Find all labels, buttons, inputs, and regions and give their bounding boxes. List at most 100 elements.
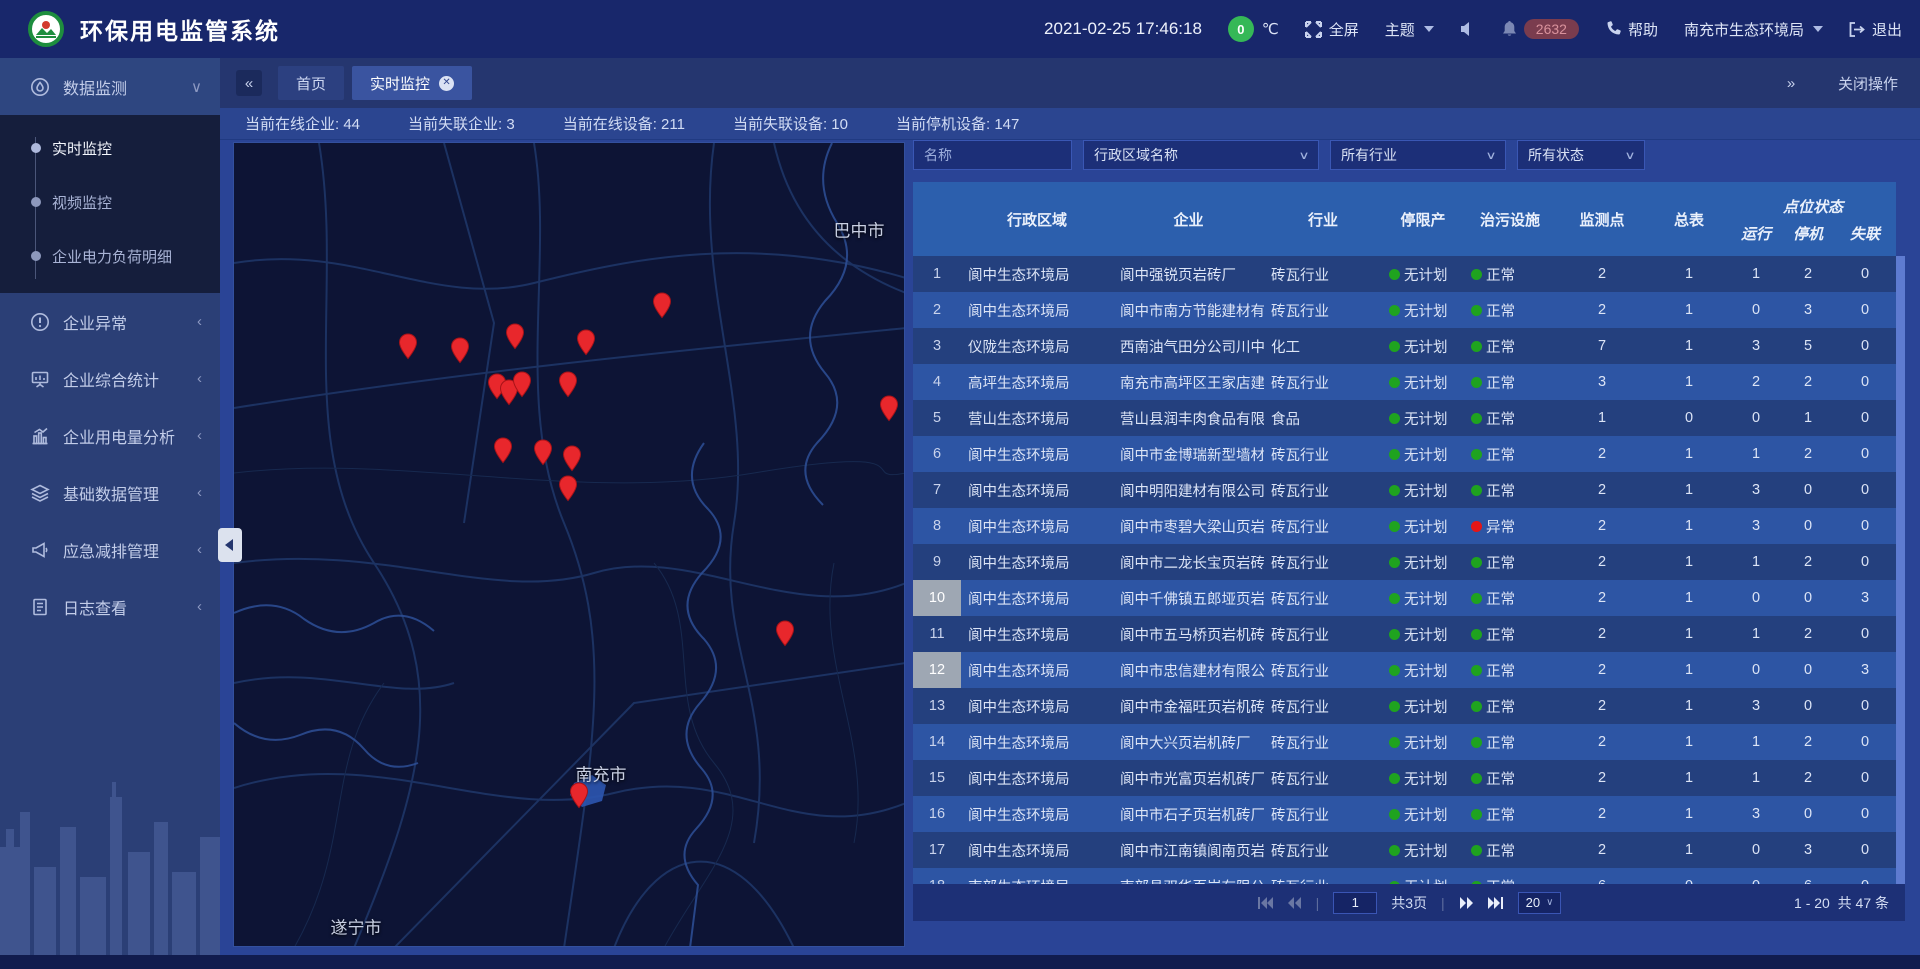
stat-item: 当前在线设备: 211 [563,113,685,134]
table-row[interactable]: 9阆中生态环境局阆中市二龙长宝页岩砖砖瓦行业无计划正常21120 [913,544,1896,580]
table-row[interactable]: 1阆中生态环境局阆中强锐页岩砖厂砖瓦行业无计划正常21120 [913,256,1896,292]
cell-offline: 0 [1834,266,1896,282]
logout-button[interactable]: 退出 [1849,19,1902,40]
cell-limit: 无计划 [1382,732,1464,753]
fullscreen-button[interactable]: 全屏 [1305,19,1359,40]
sidebar-item-stats[interactable]: 企业综合统计‹ [0,350,220,407]
sidebar-item-label: 基础数据管理 [63,481,159,505]
stat-item: 当前停机设备: 147 [896,113,1019,134]
sidebar-subitem[interactable]: 视频监控 [0,175,220,229]
cell-region: 南部生态环境局 [961,876,1113,885]
cell-region: 阆中生态环境局 [961,768,1113,789]
table-scrollbar[interactable] [1896,256,1905,884]
map-pin-icon[interactable] [505,323,525,350]
sidebar-item-megaphone[interactable]: 应急减排管理‹ [0,521,220,578]
page-number-input[interactable] [1333,892,1377,914]
table-row[interactable]: 8阆中生态环境局阆中市枣碧大梁山页岩砖瓦行业无计划异常21300 [913,508,1896,544]
map-pin-icon[interactable] [493,437,513,464]
map-city-label: 遂宁市 [331,914,382,939]
row-index: 10 [913,580,961,616]
table-row[interactable]: 11阆中生态环境局阆中市五马桥页岩机砖砖瓦行业无计划正常21120 [913,616,1896,652]
map-pin-icon[interactable] [512,371,532,398]
tab-close-icon[interactable]: ✕ [439,76,454,91]
map-pin-icon[interactable] [450,337,470,364]
help-button[interactable]: 帮助 [1605,19,1658,40]
temperature-badge: 0 [1228,16,1254,42]
table-row[interactable]: 16阆中生态环境局阆中市石子页岩机砖厂砖瓦行业无计划正常21300 [913,796,1896,832]
table-row[interactable]: 3仪陇生态环境局西南油气田分公司川中化工无计划正常71350 [913,328,1896,364]
status-filter-select[interactable]: 所有状态∨ [1517,140,1645,170]
sidebar-subitem[interactable]: 企业电力负荷明细 [0,229,220,283]
table-row[interactable]: 4高坪生态环境局南充市高坪区王家店建砖瓦行业无计划正常31220 [913,364,1896,400]
row-index: 5 [913,400,961,436]
speaker-mute-button[interactable] [1460,22,1476,36]
main-content: 巴中市南充市遂宁市 行政区域名称∨ 所有行业∨ 所有状态∨ 行政区域 企业 行业… [220,140,1920,969]
table-row[interactable]: 5营山生态环境局营山县润丰肉食品有限食品无计划正常10010 [913,400,1896,436]
cell-industry: 砖瓦行业 [1264,588,1382,609]
map-pin-icon[interactable] [398,333,418,360]
table-row[interactable]: 7阆中生态环境局阆中明阳建材有限公司砖瓦行业无计划正常21300 [913,472,1896,508]
table-row[interactable]: 12阆中生态环境局阆中市忠信建材有限公砖瓦行业无计划正常21003 [913,652,1896,688]
table-row[interactable]: 17阆中生态环境局阆中市江南镇阆南页岩砖瓦行业无计划正常21030 [913,832,1896,868]
notifications[interactable]: 2632 [1502,19,1579,39]
tab-home[interactable]: 首页 [278,66,344,100]
industry-filter-select[interactable]: 所有行业∨ [1330,140,1506,170]
prev-page-button[interactable] [1287,896,1302,910]
map-pin-icon[interactable] [569,782,589,809]
map-pin-icon[interactable] [558,371,578,398]
sidebar-item-monitor[interactable]: 数据监测∨ [0,58,220,115]
table-row[interactable]: 18南部生态环境局南部县双华页岩有限公砖瓦行业无计划正常60060 [913,868,1896,884]
map-pin-icon[interactable] [576,329,596,356]
status-dot-icon [1389,377,1400,388]
status-dot-icon [1471,449,1482,460]
theme-dropdown[interactable]: 主题 [1385,19,1434,40]
chevron-down-icon: ∨ [1485,149,1496,162]
cell-company: 阆中市光富页岩机砖厂 [1113,768,1264,789]
cell-run: 1 [1730,266,1782,282]
page-size-select[interactable]: 20∨ [1518,892,1562,914]
energy-icon [30,426,50,446]
status-dot-icon [1389,737,1400,748]
enterprise-list-panel: 行政区域名称∨ 所有行业∨ 所有状态∨ 行政区域 企业 行业 停限产 治污设施 … [913,140,1905,921]
sidebar-collapse-button[interactable] [218,528,242,562]
close-operations-dropdown[interactable]: 关闭操作 [1838,73,1904,94]
map-pin-icon[interactable] [652,292,672,319]
tab-realtime-monitor[interactable]: 实时监控 ✕ [352,66,472,100]
cell-industry: 砖瓦行业 [1264,444,1382,465]
cell-region: 阆中生态环境局 [961,732,1113,753]
col-company: 企业 [1113,182,1264,256]
map-panel[interactable]: 巴中市南充市遂宁市 [233,142,905,947]
last-page-button[interactable] [1488,896,1504,910]
first-page-button[interactable] [1257,896,1273,910]
sidebar-item-energy[interactable]: 企业用电量分析‹ [0,407,220,464]
sidebar-item-logs[interactable]: 日志查看‹ [0,578,220,635]
table-row[interactable]: 10阆中生态环境局阆中千佛镇五郎垭页岩砖瓦行业无计划正常21003 [913,580,1896,616]
status-dot-icon [1389,629,1400,640]
sidebar-item-alert[interactable]: 企业异常‹ [0,293,220,350]
map-pin-icon[interactable] [533,439,553,466]
cell-stop: 2 [1782,626,1834,642]
sidebar-item-layers[interactable]: 基础数据管理‹ [0,464,220,521]
map-pin-icon[interactable] [879,395,899,422]
map-pin-icon[interactable] [562,445,582,472]
tabs-scroll-left-button[interactable]: « [236,70,262,96]
scrollbar-thumb[interactable] [1896,256,1905,884]
map-pin-icon[interactable] [558,475,578,502]
org-dropdown[interactable]: 南充市生态环境局 [1684,19,1823,40]
tabs-scroll-right-button[interactable]: » [1778,70,1804,96]
cell-facility: 正常 [1464,408,1556,429]
status-dot-icon [1471,737,1482,748]
table-row[interactable]: 14阆中生态环境局阆中大兴页岩机砖厂砖瓦行业无计划正常21120 [913,724,1896,760]
map-pin-icon[interactable] [775,620,795,647]
status-dot-icon [1471,593,1482,604]
table-row[interactable]: 2阆中生态环境局阆中市南方节能建材有砖瓦行业无计划正常21030 [913,292,1896,328]
table-row[interactable]: 15阆中生态环境局阆中市光富页岩机砖厂砖瓦行业无计划正常21120 [913,760,1896,796]
cell-points: 1 [1556,410,1648,426]
cell-meter: 1 [1648,266,1730,282]
region-filter-select[interactable]: 行政区域名称∨ [1083,140,1319,170]
name-filter-input[interactable] [913,140,1072,170]
sidebar-subitem[interactable]: 实时监控 [0,121,220,175]
next-page-button[interactable] [1459,896,1474,910]
table-row[interactable]: 6阆中生态环境局阆中市金博瑞新型墙材砖瓦行业无计划正常21120 [913,436,1896,472]
table-row[interactable]: 13阆中生态环境局阆中市金福旺页岩机砖砖瓦行业无计划正常21300 [913,688,1896,724]
